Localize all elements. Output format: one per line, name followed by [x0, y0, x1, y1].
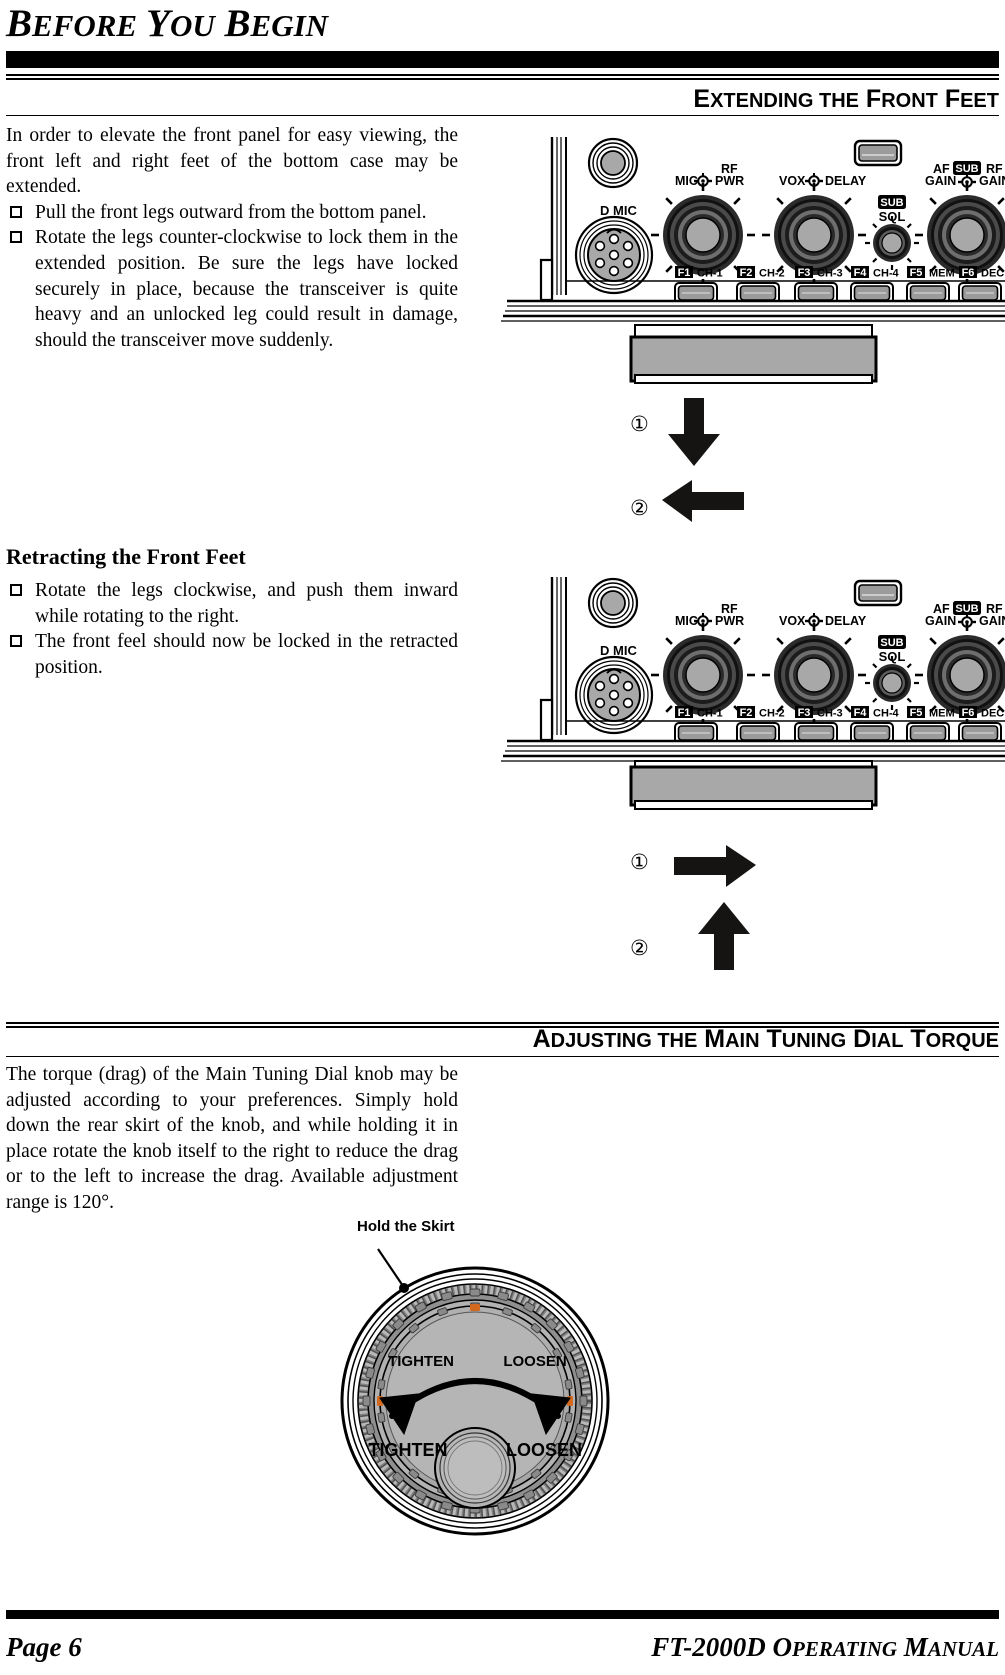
svg-text:F6: F6: [962, 707, 975, 719]
svg-text:CH-3: CH-3: [817, 708, 843, 720]
list-item: Rotate the legs counter-clockwise to loc…: [6, 225, 458, 353]
callout-arrow-left: [660, 478, 748, 526]
tighten-label: TIGHTEN: [388, 1353, 454, 1370]
svg-text:F2: F2: [740, 267, 753, 279]
figure-front-panel-retracted: D MIC MIC RF PWR VOX DELAY SUB AF GAIN S…: [497, 565, 1005, 740]
tighten-label-svg: TIGHTEN: [369, 1440, 448, 1460]
svg-text:GAIN: GAIN: [925, 614, 956, 628]
svg-text:CH-4: CH-4: [873, 708, 900, 720]
svg-text:GAIN: GAIN: [979, 614, 1005, 628]
list-item: Rotate the legs clockwise, and push them…: [6, 578, 458, 629]
svg-text:CH-2: CH-2: [759, 708, 785, 720]
svg-text:MIC: MIC: [613, 643, 637, 658]
section1-body: In order to elevate the front panel for …: [6, 123, 458, 353]
svg-text:SUB: SUB: [955, 603, 978, 615]
svg-text:PWR: PWR: [715, 174, 744, 188]
list-item: The front feel should now be locked in t…: [6, 629, 458, 680]
section1-intro: In order to elevate the front panel for …: [6, 125, 458, 198]
svg-text:F5: F5: [910, 267, 923, 279]
title-black-bar: [6, 51, 999, 68]
callout-arrow-up: [690, 900, 762, 972]
svg-text:SUB: SUB: [880, 197, 903, 209]
section1-rule-double: [6, 74, 999, 80]
callout-number-2-retracted: ②: [630, 936, 649, 960]
callout-number-1-retracted: ①: [630, 850, 649, 874]
section-heading-adjusting-torque: ADJUSTING THE MAIN TUNING DIAL TORQUE: [532, 1025, 999, 1053]
svg-text:CH-3: CH-3: [817, 268, 843, 280]
section2-intro: The torque (drag) of the Main Tuning Dia…: [6, 1064, 458, 1213]
svg-text:CH-1: CH-1: [697, 268, 723, 280]
list-item-text: Pull the front legs outward from the bot…: [35, 201, 427, 223]
svg-text:VOX: VOX: [779, 174, 806, 188]
section-heading-extending-front-feet: EXTENDING THE FRONT FEET: [693, 85, 999, 113]
footer-rule: [6, 1610, 999, 1619]
svg-text:PWR: PWR: [715, 614, 744, 628]
section2-body: The torque (drag) of the Main Tuning Dia…: [6, 1062, 458, 1216]
subsection-heading-retracting: Retracting the Front Feet: [6, 544, 246, 569]
section1-bullet-list: Pull the front legs outward from the bot…: [6, 200, 458, 354]
footer-page-number: Page 6: [6, 1632, 82, 1662]
subsection-bullet-list: Rotate the legs clockwise, and push them…: [6, 578, 458, 680]
svg-text:VOX: VOX: [779, 614, 806, 628]
svg-text:D: D: [600, 203, 609, 218]
svg-text:SUB: SUB: [880, 637, 903, 649]
checkbox-bullet-icon: [10, 635, 22, 648]
svg-text:F4: F4: [854, 267, 868, 279]
figure-front-panel-retracted-base: [497, 735, 1005, 810]
svg-text:F6: F6: [962, 267, 975, 279]
callout-arrow-right: [670, 843, 758, 891]
checkbox-bullet-icon: [10, 205, 22, 218]
figure-front-panel-extended-base: [497, 295, 1005, 385]
svg-text:F2: F2: [740, 707, 753, 719]
checkbox-bullet-icon: [10, 584, 22, 596]
svg-text:F1: F1: [678, 267, 691, 279]
svg-text:DELAY: DELAY: [825, 614, 867, 628]
callout-number-1-extended: ①: [630, 412, 649, 436]
svg-text:GAIN: GAIN: [925, 174, 956, 188]
footer-manual-title: FT-2000D OPERATING MANUAL: [651, 1632, 999, 1662]
list-item-text: Rotate the legs clockwise, and push them…: [35, 580, 458, 627]
callout-arrow-down: [660, 396, 732, 468]
loosen-label: LOOSEN: [503, 1353, 567, 1370]
checkbox-bullet-icon: [10, 231, 22, 244]
page-title: BEFORE YOU BEGIN: [6, 2, 329, 45]
svg-text:F4: F4: [854, 707, 868, 719]
svg-text:F1: F1: [678, 707, 691, 719]
svg-text:F5: F5: [910, 707, 923, 719]
svg-text:MIC: MIC: [613, 203, 637, 218]
svg-text:F3: F3: [798, 707, 811, 719]
list-item-text: The front feel should now be locked in t…: [35, 631, 458, 678]
callout-number-2-extended: ②: [630, 496, 649, 520]
loosen-label-svg: LOOSEN: [506, 1440, 582, 1460]
figure-main-tuning-dial: TIGHTEN LOOSEN: [330, 1238, 620, 1538]
svg-text:SUB: SUB: [955, 163, 978, 175]
svg-text:CH-2: CH-2: [759, 268, 785, 280]
subsection-body: Rotate the legs clockwise, and push them…: [6, 578, 458, 680]
section1-rule-single: [6, 115, 999, 116]
figure-front-panel-extended: D MIC MIC RF PWR VOX DELAY SUB AF GAIN S…: [497, 125, 1005, 300]
list-item: Pull the front legs outward from the bot…: [6, 200, 458, 226]
svg-text:DEC: DEC: [981, 268, 1004, 280]
svg-text:MEM: MEM: [929, 708, 955, 720]
svg-text:F3: F3: [798, 267, 811, 279]
section2-rule-single: [6, 1056, 999, 1057]
svg-text:MEM: MEM: [929, 268, 955, 280]
svg-text:CH-4: CH-4: [873, 268, 900, 280]
svg-text:CH-1: CH-1: [697, 708, 723, 720]
list-item-text: Rotate the legs counter-clockwise to loc…: [35, 227, 458, 351]
svg-text:DELAY: DELAY: [825, 174, 867, 188]
svg-text:GAIN: GAIN: [979, 174, 1005, 188]
svg-text:D: D: [600, 643, 609, 658]
svg-text:DEC: DEC: [981, 708, 1004, 720]
hold-the-skirt-label: Hold the Skirt: [357, 1218, 455, 1235]
